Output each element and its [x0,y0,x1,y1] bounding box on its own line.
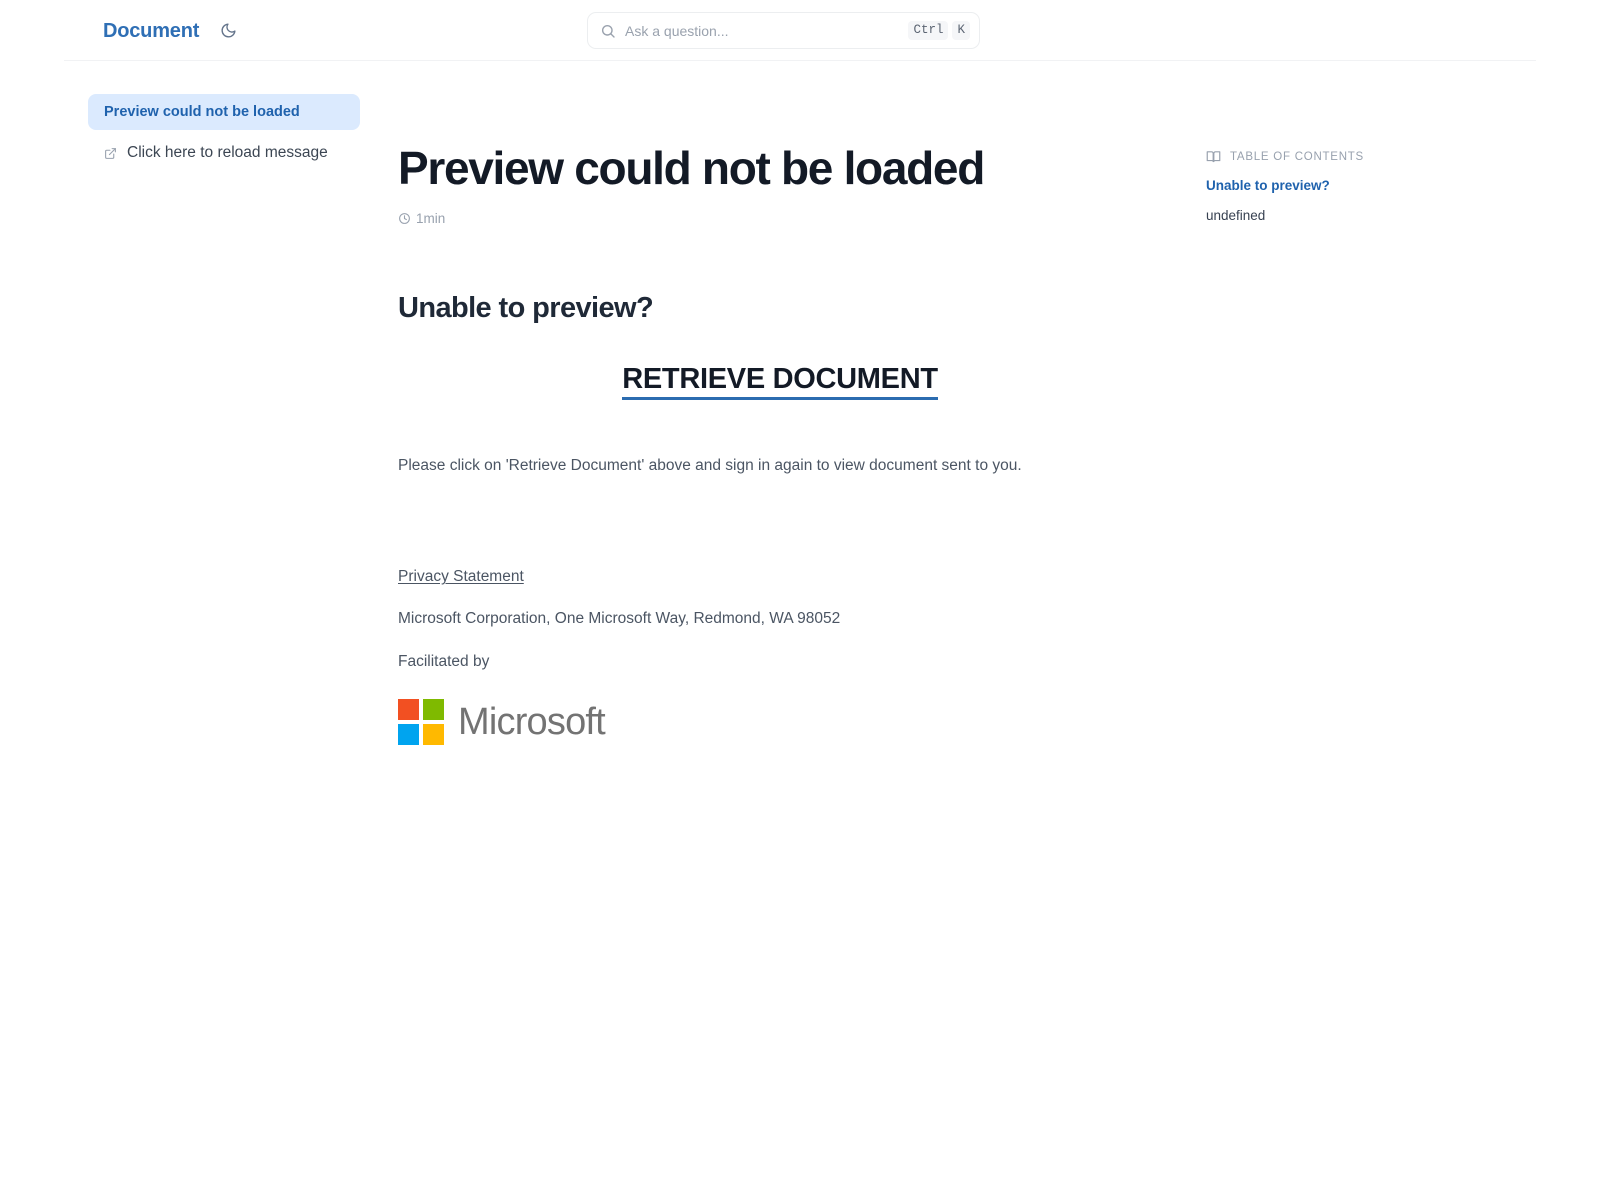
search-icon [600,23,616,39]
instruction-text: Please click on 'Retrieve Document' abov… [398,457,1022,475]
toc-heading-label: TABLE OF CONTENTS [1230,150,1364,163]
privacy-statement-link[interactable]: Privacy Statement [398,565,524,589]
clock-icon [398,212,411,225]
brand-logo[interactable]: Document [103,21,199,41]
sidebar-item-label: Click here to reload message [127,144,328,161]
microsoft-square-blue [398,724,419,746]
brand-group: Document [103,0,241,61]
retrieve-document-link[interactable]: RETRIEVE DOCUMENT [622,363,938,401]
kbd-ctrl: Ctrl [908,21,949,40]
moon-icon[interactable] [215,18,241,44]
microsoft-square-yellow [423,724,444,746]
company-address: Microsoft Corporation, One Microsoft Way… [398,610,841,628]
kbd-k: K [952,21,970,40]
toc-item-unable-to-preview[interactable]: Unable to preview? [1206,176,1486,196]
sidebar-nav: Preview could not be loaded Click here t… [88,94,360,172]
toc-item-undefined[interactable]: undefined [1206,206,1486,226]
search-shortcut: Ctrl K [908,21,970,40]
search-box[interactable]: Ctrl K [587,12,980,49]
search-input[interactable] [625,22,900,39]
book-icon [1206,149,1221,164]
toc-heading-row: TABLE OF CONTENTS [1206,149,1486,164]
app-header: Document Ctrl K [0,0,1600,61]
table-of-contents: TABLE OF CONTENTS Unable to preview? und… [1206,149,1486,226]
reading-time-meta: 1min [398,211,1158,226]
retrieve-document-row: RETRIEVE DOCUMENT [398,363,1158,401]
section-heading-unable-to-preview: Unable to preview? [398,291,654,324]
sidebar-item-preview-could-not-be-loaded[interactable]: Preview could not be loaded [88,94,360,130]
page-title: Preview could not be loaded [398,142,985,194]
external-link-icon [104,147,117,160]
microsoft-square-green [423,699,444,721]
reading-time-value: 1min [416,210,446,226]
microsoft-logo: Microsoft [398,699,1158,746]
microsoft-wordmark: Microsoft [458,701,606,744]
document-footer: Privacy Statement Microsoft Corporation,… [398,565,1158,746]
main-content: Preview could not be loaded 1min Unable … [398,61,1158,746]
facilitated-by-label: Facilitated by [398,653,490,671]
microsoft-square-red [398,699,419,721]
microsoft-logo-squares [398,699,444,746]
sidebar-item-click-here-to-reload-message[interactable]: Click here to reload message [88,134,360,172]
